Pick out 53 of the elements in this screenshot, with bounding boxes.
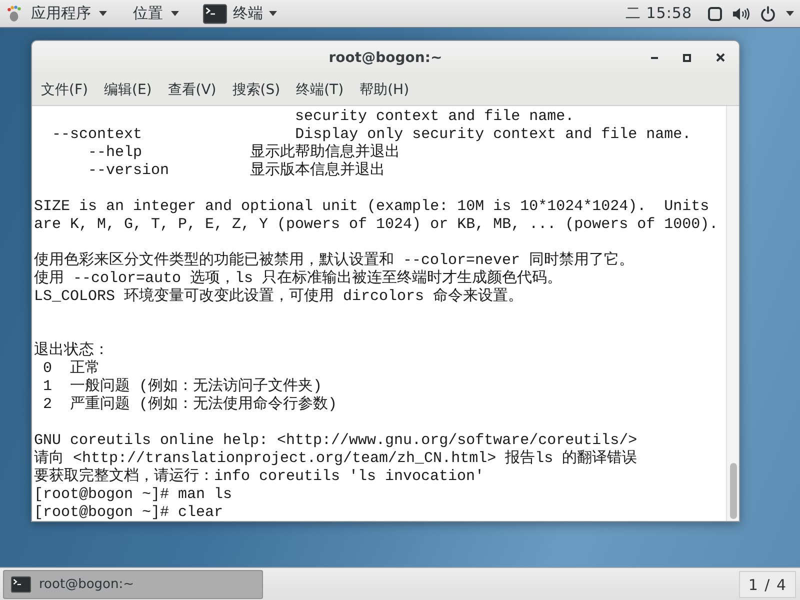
terminal-text: --help (88, 144, 142, 161)
terminal-text: --scontext (52, 126, 142, 143)
terminal-text: 使用 --color=auto 选项，ls 只在标准输出被连至终端时才生成颜色代码。 (34, 270, 562, 287)
menu-item[interactable]: 帮助(H) (352, 76, 418, 102)
terminal-text: GNU coreutils online help: <http://www.gnu.org/software/coreutils/> (34, 432, 638, 449)
maximize-icon (683, 54, 691, 62)
terminal-text: 显示版本信息并退出 (250, 162, 386, 179)
terminal-text: security context and file name. (295, 108, 574, 125)
terminal-text: 要获取完整文档，请运行：info coreutils 'ls invocation' (34, 468, 484, 485)
menu-item[interactable]: 文件(F) (33, 76, 96, 102)
terminal-text: 0 (43, 360, 52, 377)
caret-icon (269, 11, 277, 16)
window-list-button[interactable]: root@bogon:~ (3, 570, 263, 599)
terminal-text: --version (88, 162, 170, 179)
terminal-text: 严重问题 (例如：无法使用命令行参数) (70, 396, 338, 413)
terminal-text: [root@bogon ~]# man ls (34, 486, 232, 503)
scrollbar-thumb[interactable] (730, 463, 736, 519)
terminal-text: LS_COLORS 环境变量可改变此设置，可使用 dircolors 命令来设置。 (34, 288, 524, 305)
terminal-text: are K, M, G, T, P, E, Z, Y (powers of 1024) or KB, MB, ... (powers of 1000). (34, 216, 718, 233)
power-icon (760, 6, 776, 22)
terminal-text: 退出状态： (34, 342, 109, 359)
scrollbar-track[interactable] (726, 106, 739, 521)
terminal-text: 1 (43, 378, 52, 395)
window-title: root@bogon:~ (328, 50, 442, 66)
caret-icon (171, 11, 179, 16)
square-icon (708, 6, 722, 20)
speaker-icon (732, 6, 750, 20)
terminal-text: SIZE is an integer and optional unit (example: 10M is 10*1024*1024). (34, 198, 646, 215)
terminal-text: 请向 <http://translationproject.org/team/zh_CN.html> 报告ls 的翻译错误 (34, 450, 638, 467)
terminal-text: Display only security context and file name. (295, 126, 692, 143)
menu-item[interactable]: 编辑(E) (96, 76, 160, 102)
caret-icon (99, 11, 107, 16)
terminal-text: 2 (43, 396, 52, 413)
terminal-icon (11, 576, 31, 593)
terminal-icon (203, 2, 227, 24)
workspace-switcher[interactable]: 1 / 4 (739, 571, 796, 598)
terminal-text: 正常 (70, 360, 100, 377)
terminal-text: 显示此帮助信息并退出 (250, 144, 400, 161)
caret-icon (786, 11, 794, 16)
app-menu-button[interactable]: 终端 (203, 0, 281, 27)
menu-item[interactable]: 查看(V) (160, 76, 224, 102)
terminal-text: 一般问题 (例如：无法访问子文件夹) (70, 378, 322, 395)
clock[interactable]: 二 15:58 (626, 0, 708, 27)
terminal-text: 使用色彩来区分文件类型的功能已被禁用，默认设置和 --color=never 同时禁用了它。 (34, 252, 634, 269)
foot-icon[interactable] (6, 5, 23, 22)
minimize-icon (650, 56, 658, 58)
terminal-text: [root@bogon ~]# clear (34, 504, 224, 521)
terminal-text: Units (664, 198, 710, 215)
menu-item[interactable]: 终端(T) (288, 76, 352, 102)
top-bar-menu[interactable]: 位置 (131, 0, 189, 27)
menu-item[interactable]: 搜索(S) (224, 76, 288, 102)
close-icon (716, 53, 724, 62)
top-bar-menu[interactable]: 应用程序 (29, 0, 117, 27)
